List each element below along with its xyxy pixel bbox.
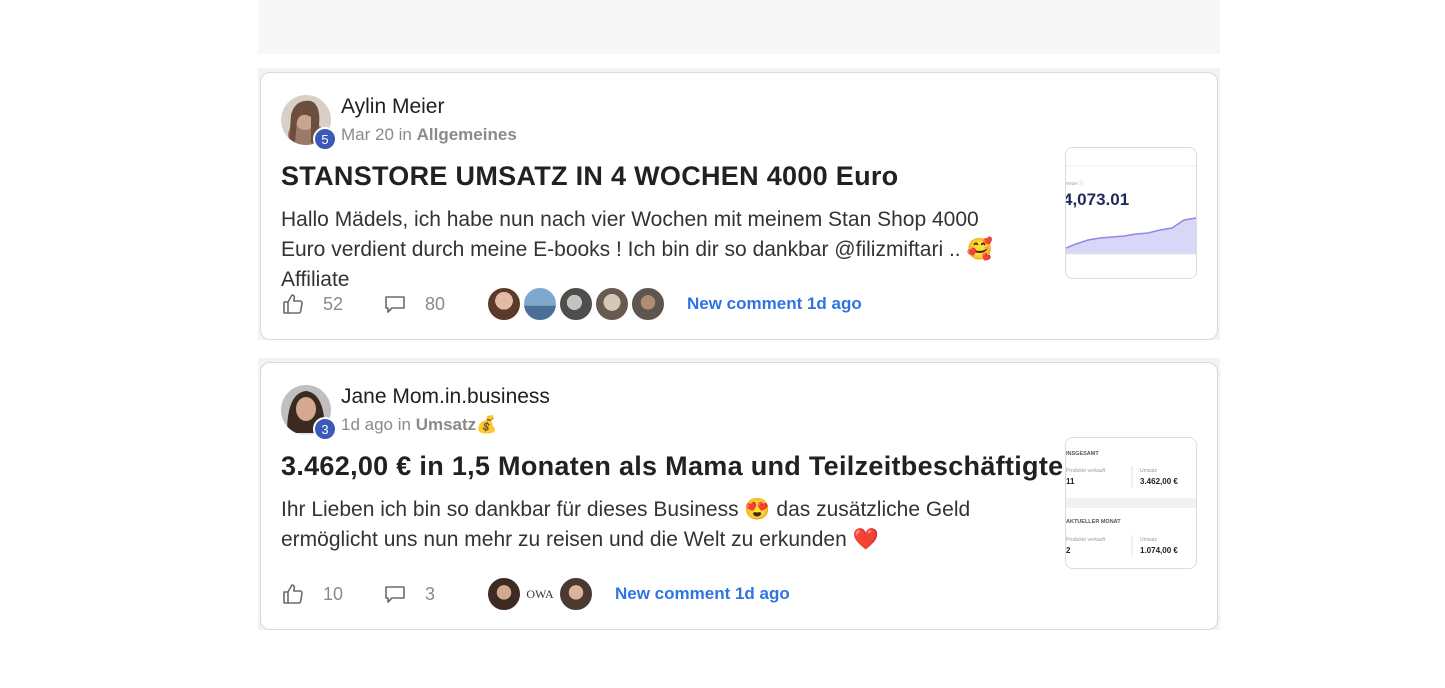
post-date: 1d ago [341,415,393,434]
commenter-avatar [523,287,557,321]
stats-total-sold: 11 [1066,477,1075,486]
top-placeholder-band [258,0,1220,54]
post-meta: Mar 20 in Allgemeines [341,125,517,145]
author-name[interactable]: Aylin Meier [341,95,444,119]
commenter-avatar-logo: OWA [523,577,557,611]
stats-section-month: AKTUELLER MONAT [1066,519,1121,525]
post-actions: 10 3 OWA New comment 1d ago [281,577,790,611]
post-thumbnail[interactable]: INSGESAMT Produkte verkauft Umsatz 11 3.… [1065,437,1197,569]
stats-section-total: INSGESAMT [1066,451,1099,457]
new-comment-link[interactable]: New comment 1d ago [687,294,862,314]
meta-in: in [398,125,412,144]
comment-icon[interactable] [383,582,407,606]
stats-total-revenue: 3.462,00 € [1140,477,1178,486]
commenter-avatar [559,577,593,611]
commenter-avatar [487,577,521,611]
stats-col-revenue: Umsatz [1140,468,1157,474]
commenter-avatar [631,287,665,321]
comment-count: 80 [425,293,446,314]
like-icon[interactable] [281,292,305,316]
post-meta: 1d ago in Umsatz💰 [341,415,497,435]
member-level-badge: 3 [313,417,337,441]
thumb-revenue: 4,073.01 [1066,190,1129,209]
commenter-avatar [487,287,521,321]
comment-icon[interactable] [383,292,407,316]
post-category[interactable]: Umsatz💰 [416,415,498,434]
stats-col-revenue: Umsatz [1140,537,1157,543]
thumb-label: enue ⓘ [1066,180,1084,187]
stats-col-sold: Produkte verkauft [1066,537,1106,543]
new-comment-link[interactable]: New comment 1d ago [615,584,790,604]
post-actions: 52 80 New comment 1d ago [281,287,862,321]
post-date: Mar 20 [341,125,394,144]
post-title: STANSTORE UMSATZ IN 4 WOCHEN 4000 Euro [281,161,899,191]
post-wrapper-2: 3 Jane Mom.in.business 1d ago in Umsatz💰… [258,358,1220,630]
stats-month-revenue: 1.074,00 € [1140,546,1178,555]
like-count: 52 [323,293,344,314]
stats-month-sold: 2 [1066,546,1071,555]
commenter-avatar [595,287,629,321]
member-level-badge: 5 [313,127,337,151]
like-icon[interactable] [281,582,305,606]
stats-col-sold: Produkte verkauft [1066,468,1106,474]
post-category[interactable]: Allgemeines [417,125,517,144]
commenter-avatars [487,287,667,321]
commenter-avatar [559,287,593,321]
meta-in: in [397,415,411,434]
commenter-avatars: OWA [487,577,595,611]
post-card[interactable]: 3 Jane Mom.in.business 1d ago in Umsatz💰… [260,362,1218,630]
post-body: Hallo Mädels, ich habe nun nach vier Woc… [281,208,993,291]
author-name[interactable]: Jane Mom.in.business [341,385,550,409]
post-thumbnail[interactable]: enue ⓘ 4,073.01 [1065,147,1197,279]
post-wrapper-1: 5 Aylin Meier Mar 20 in Allgemeines STAN… [258,68,1220,340]
like-count: 10 [323,583,344,604]
post-card[interactable]: 5 Aylin Meier Mar 20 in Allgemeines STAN… [260,72,1218,340]
post-title: 3.462,00 € in 1,5 Monaten als Mama und T… [281,451,1064,481]
post-body: Ihr Lieben ich bin so dankbar für dieses… [281,498,971,551]
comment-count: 3 [425,583,436,604]
